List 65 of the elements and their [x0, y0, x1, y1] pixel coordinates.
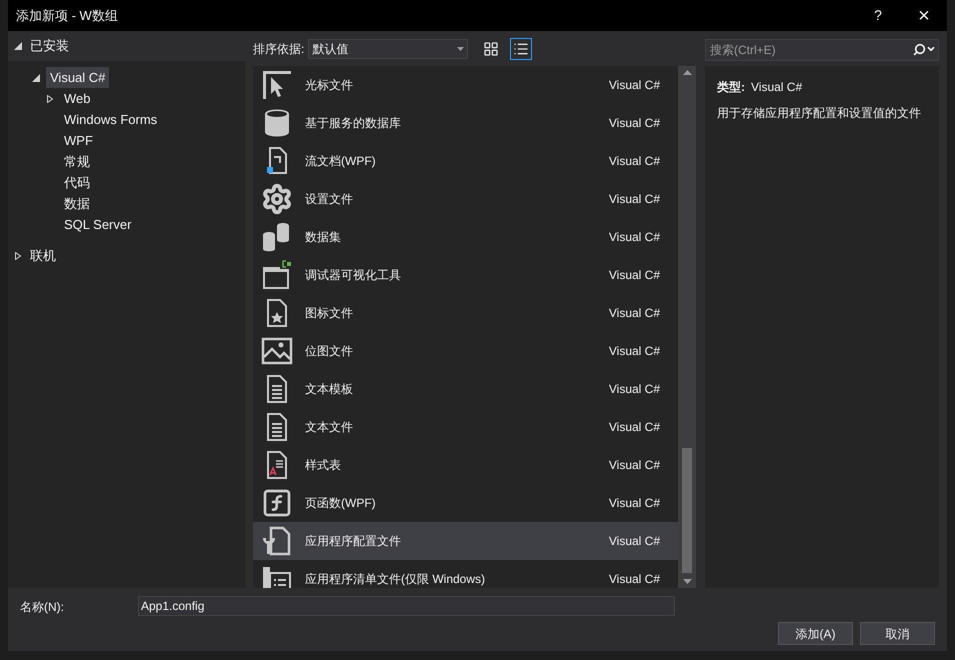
sort-dropdown[interactable]: 默认值	[308, 38, 468, 58]
template-row[interactable]: 数据集 Visual C#	[253, 218, 678, 256]
close-button[interactable]: ×	[901, 0, 947, 31]
template-name: 文本文件	[305, 420, 354, 434]
template-row[interactable]: 光标文件 Visual C#	[253, 66, 678, 104]
name-field[interactable]: App1.config	[138, 596, 675, 616]
tree-item[interactable]: 常规	[60, 150, 94, 172]
template-name: 页函数(WPF)	[305, 496, 377, 510]
template-name: 流文档(WPF)	[305, 154, 377, 168]
template-name: 基于服务的数据库	[305, 116, 402, 130]
template-language: Visual C#	[608, 268, 660, 282]
template-row[interactable]: 基于服务的数据库 Visual C#	[253, 104, 678, 142]
description: 用于存储应用程序配置和设置值的文件	[717, 105, 922, 122]
template-name: 设置文件	[305, 192, 354, 206]
tree-item[interactable]: Web	[60, 88, 94, 110]
template-language: Visual C#	[608, 572, 660, 586]
sort-label: 排序依据:	[253, 40, 304, 58]
tree-item[interactable]: Visual C#	[46, 66, 110, 88]
template-language: Visual C#	[608, 496, 660, 510]
template-row[interactable]: 文本文件 Visual C#	[253, 408, 678, 446]
help-button[interactable]: ?	[855, 0, 901, 31]
template-name: 文本模板	[305, 382, 354, 396]
cancel-button[interactable]: 取消	[860, 622, 935, 645]
template-language: Visual C#	[608, 78, 660, 92]
template-name: 调试器可视化工具	[305, 268, 402, 282]
template-row[interactable]: 样式表 Visual C#	[253, 446, 678, 484]
template-row[interactable]: 应用程序配置文件 Visual C#	[253, 522, 678, 560]
type-value: Visual C#	[751, 79, 802, 96]
name-label: 名称(N):	[20, 599, 65, 616]
template-language: Visual C#	[608, 344, 660, 358]
search-field[interactable]: 搜索(Ctrl+E)	[705, 38, 939, 60]
template-language: Visual C#	[608, 420, 660, 434]
tree-item[interactable]: Windows Forms	[60, 108, 162, 130]
template-name: 位图文件	[305, 344, 354, 358]
template-row[interactable]: 流文档(WPF) Visual C#	[253, 142, 678, 180]
template-row[interactable]: 应用程序清单文件(仅限 Windows) Visual C#	[253, 560, 678, 588]
template-language: Visual C#	[608, 230, 660, 244]
tree-item[interactable]: 代码	[60, 172, 94, 194]
section-header[interactable]: 已安装	[28, 36, 71, 56]
tree-item[interactable]: 数据	[60, 192, 94, 214]
template-name: 样式表	[305, 458, 342, 472]
add-button[interactable]: 添加(A)	[778, 622, 853, 645]
tree-item[interactable]: WPF	[60, 130, 97, 152]
window-title: 添加新项 - W数组	[16, 6, 119, 25]
template-language: Visual C#	[608, 192, 660, 206]
template-language: Visual C#	[608, 306, 660, 320]
template-row[interactable]: 页函数(WPF) Visual C#	[253, 484, 678, 522]
template-language: Visual C#	[608, 382, 660, 396]
template-name: 数据集	[305, 230, 342, 244]
template-name: 图标文件	[305, 306, 354, 320]
template-row[interactable]: 调试器可视化工具 Visual C#	[253, 256, 678, 294]
section-header[interactable]: 联机	[28, 246, 58, 266]
template-language: Visual C#	[608, 534, 660, 548]
template-language: Visual C#	[608, 458, 660, 472]
template-language: Visual C#	[608, 116, 660, 130]
template-row[interactable]: 文本模板 Visual C#	[253, 370, 678, 408]
template-name: 应用程序配置文件	[305, 534, 402, 548]
type-label: 类型:	[717, 79, 745, 96]
template-language: Visual C#	[608, 154, 660, 168]
template-row[interactable]: 图标文件 Visual C#	[253, 294, 678, 332]
tree-item[interactable]: SQL Server	[60, 214, 136, 236]
template-name: 应用程序清单文件(仅限 Windows)	[305, 572, 486, 586]
template-row[interactable]: 位图文件 Visual C#	[253, 332, 678, 370]
template-name: 光标文件	[305, 78, 354, 92]
template-row[interactable]: 设置文件 Visual C#	[253, 180, 678, 218]
